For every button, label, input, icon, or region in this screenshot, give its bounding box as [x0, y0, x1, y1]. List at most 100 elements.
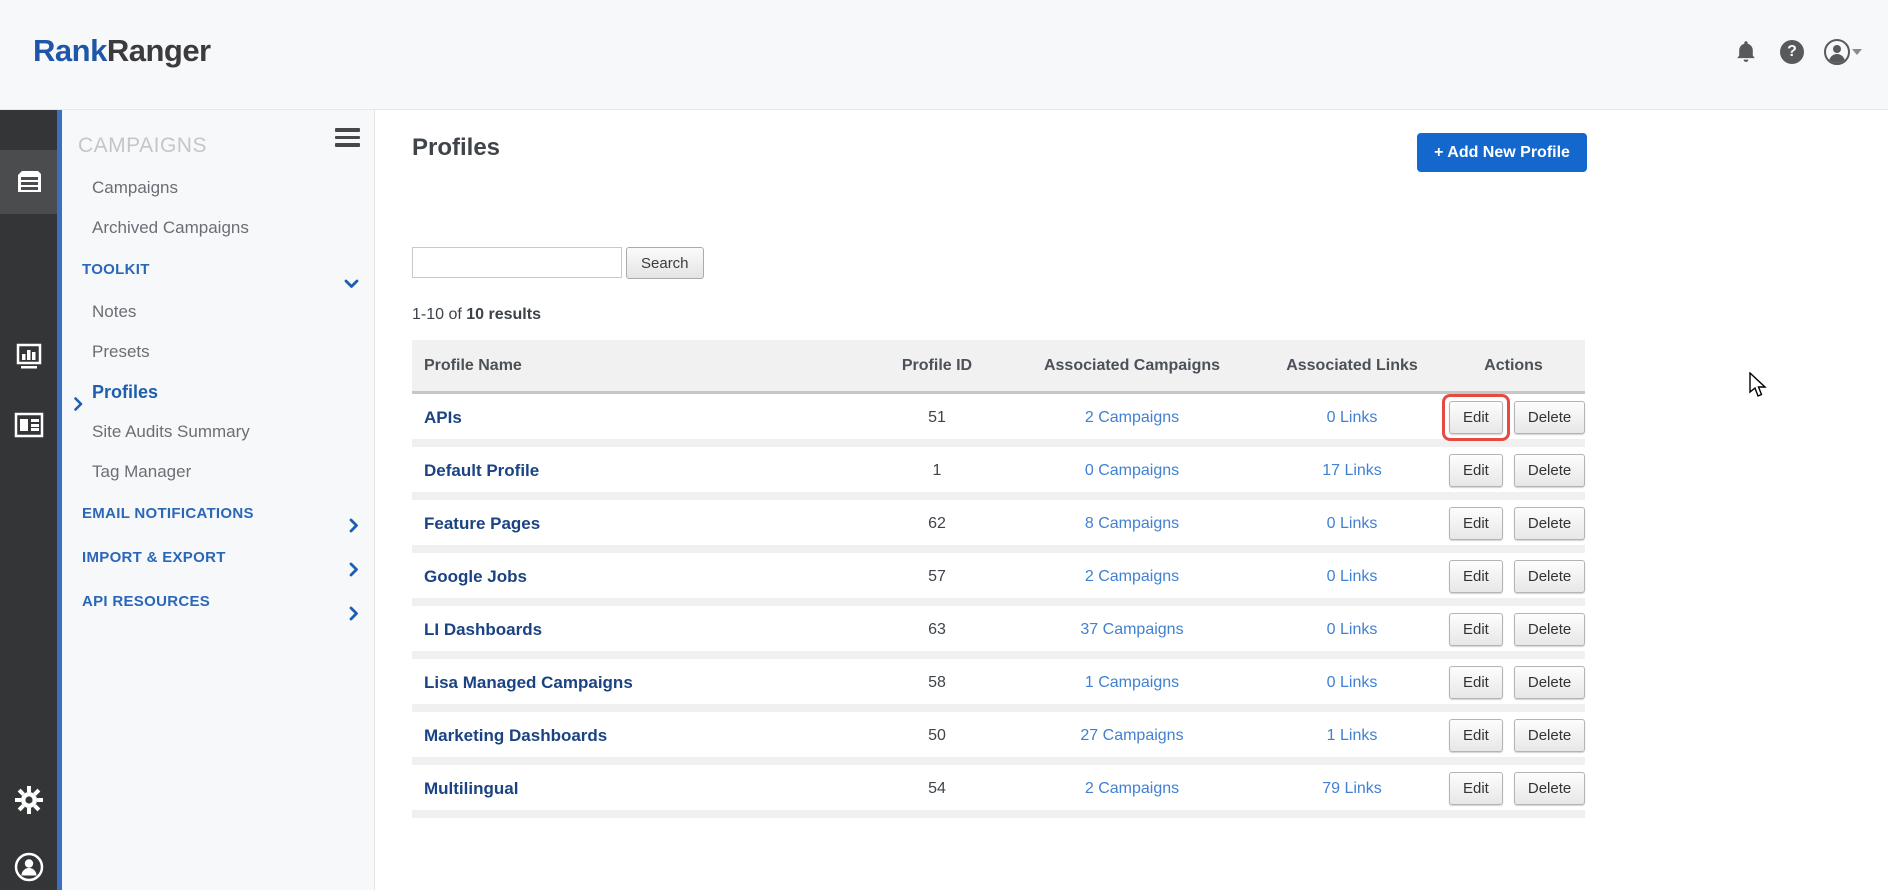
logo-part-ranger: Ranger — [107, 33, 211, 68]
delete-button[interactable]: Delete — [1514, 666, 1585, 699]
associated-links-link[interactable]: 0 Links — [1262, 515, 1442, 533]
avatar — [1824, 39, 1850, 65]
sidebar: CAMPAIGNSCampaignsArchived CampaignsTOOL… — [62, 110, 375, 890]
logo-part-rank: Rank — [33, 33, 107, 68]
associated-links-link[interactable]: 0 Links — [1262, 568, 1442, 586]
sidebar-item-presets[interactable]: Presets — [62, 332, 375, 372]
profile-name-link[interactable]: Lisa Managed Campaigns — [424, 673, 633, 692]
sidebar-item-notes[interactable]: Notes — [62, 292, 375, 332]
edit-highlight-outline: Edit — [1442, 659, 1510, 706]
col-header-associated-links: Associated Links — [1262, 357, 1442, 375]
associated-campaigns-link[interactable]: 2 Campaigns — [1002, 568, 1262, 586]
sidebar-header-campaigns: CAMPAIGNS — [62, 124, 375, 168]
delete-button[interactable]: Delete — [1514, 560, 1585, 593]
edit-button[interactable]: Edit — [1449, 666, 1503, 699]
associated-campaigns-link[interactable]: 27 Campaigns — [1002, 727, 1262, 745]
profile-name-link[interactable]: APIs — [424, 408, 462, 427]
results-prefix: 1-10 of — [412, 306, 466, 323]
sidebar-section-email-notifications[interactable]: EMAIL NOTIFICATIONS — [62, 492, 375, 536]
edit-highlight-outline: Edit — [1442, 712, 1510, 759]
profile-name-link[interactable]: Multilingual — [424, 779, 518, 798]
associated-campaigns-link[interactable]: 37 Campaigns — [1002, 621, 1262, 639]
help-icon[interactable]: ? — [1778, 38, 1806, 66]
table-body: APIs 51 2 Campaigns 0 Links Edit Delete … — [412, 394, 1585, 818]
edit-button[interactable]: Edit — [1449, 772, 1503, 805]
rail-news-layout-icon[interactable] — [0, 393, 57, 457]
table-row: Lisa Managed Campaigns 58 1 Campaigns 0 … — [412, 659, 1585, 712]
edit-button[interactable]: Edit — [1449, 454, 1503, 487]
sidebar-item-site-audits-summary[interactable]: Site Audits Summary — [62, 412, 375, 452]
chevron-right-icon — [349, 595, 359, 639]
associated-links-link[interactable]: 0 Links — [1262, 621, 1442, 639]
rail-account-person-icon[interactable] — [0, 835, 57, 890]
table-row: Google Jobs 57 2 Campaigns 0 Links Edit … — [412, 553, 1585, 606]
edit-highlight-outline: Edit — [1442, 394, 1510, 441]
account-icon[interactable] — [1824, 38, 1862, 66]
table-row: Multilingual 54 2 Campaigns 79 Links Edi… — [412, 765, 1585, 818]
edit-highlight-outline: Edit — [1442, 447, 1510, 494]
sidebar-section-import-export[interactable]: IMPORT & EXPORT — [62, 536, 375, 580]
associated-campaigns-link[interactable]: 2 Campaigns — [1002, 409, 1262, 427]
edit-button[interactable]: Edit — [1449, 560, 1503, 593]
rail-campaigns-documents-icon[interactable] — [0, 150, 57, 214]
associated-links-link[interactable]: 79 Links — [1262, 780, 1442, 798]
icon-rail — [0, 110, 57, 890]
rail-reports-chart-icon[interactable] — [0, 325, 57, 389]
associated-campaigns-link[interactable]: 0 Campaigns — [1002, 462, 1262, 480]
profile-name-link[interactable]: Feature Pages — [424, 514, 540, 533]
sidebar-nav: CAMPAIGNSCampaignsArchived CampaignsTOOL… — [62, 124, 375, 624]
mouse-cursor — [1748, 372, 1770, 398]
table-row: Default Profile 1 0 Campaigns 17 Links E… — [412, 447, 1585, 500]
col-header-actions: Actions — [1442, 357, 1585, 375]
profile-id-value: 62 — [872, 515, 1002, 533]
associated-campaigns-link[interactable]: 2 Campaigns — [1002, 780, 1262, 798]
associated-links-link[interactable]: 1 Links — [1262, 727, 1442, 745]
delete-button[interactable]: Delete — [1514, 401, 1585, 434]
sidebar-item-profiles[interactable]: Profiles — [62, 372, 375, 412]
table-row: Marketing Dashboards 50 27 Campaigns 1 L… — [412, 712, 1585, 765]
main-content: Profiles + Add New Profile Search 1-10 o… — [375, 110, 1888, 890]
associated-links-link[interactable]: 0 Links — [1262, 409, 1442, 427]
edit-button[interactable]: Edit — [1449, 719, 1503, 752]
table-row: Feature Pages 62 8 Campaigns 0 Links Edi… — [412, 500, 1585, 553]
table-header-row: Profile Name Profile ID Associated Campa… — [412, 340, 1585, 394]
edit-button[interactable]: Edit — [1449, 613, 1503, 646]
delete-button[interactable]: Delete — [1514, 719, 1585, 752]
profile-id-value: 50 — [872, 727, 1002, 745]
profile-id-value: 1 — [872, 462, 1002, 480]
rankranger-logo: RankRanger — [33, 33, 211, 69]
profile-name-link[interactable]: LI Dashboards — [424, 620, 542, 639]
associated-links-link[interactable]: 0 Links — [1262, 674, 1442, 692]
sidebar-item-tag-manager[interactable]: Tag Manager — [62, 452, 375, 492]
edit-highlight-outline: Edit — [1442, 500, 1510, 547]
sidebar-item-archived-campaigns[interactable]: Archived Campaigns — [62, 208, 375, 248]
profile-id-value: 51 — [872, 409, 1002, 427]
profile-id-value: 54 — [872, 780, 1002, 798]
search-button[interactable]: Search — [626, 247, 704, 279]
associated-campaigns-link[interactable]: 1 Campaigns — [1002, 674, 1262, 692]
sidebar-item-campaigns[interactable]: Campaigns — [62, 168, 375, 208]
profile-name-link[interactable]: Google Jobs — [424, 567, 527, 586]
col-header-profile-name: Profile Name — [412, 357, 872, 375]
help-question-glyph: ? — [1780, 40, 1804, 64]
edit-button[interactable]: Edit — [1449, 507, 1503, 540]
add-new-profile-button[interactable]: + Add New Profile — [1417, 133, 1587, 172]
associated-campaigns-link[interactable]: 8 Campaigns — [1002, 515, 1262, 533]
sidebar-section-toolkit[interactable]: TOOLKIT — [62, 248, 375, 292]
delete-button[interactable]: Delete — [1514, 613, 1585, 646]
notifications-bell-icon[interactable] — [1732, 38, 1760, 66]
edit-button[interactable]: Edit — [1449, 401, 1503, 434]
associated-links-link[interactable]: 17 Links — [1262, 462, 1442, 480]
profile-name-link[interactable]: Marketing Dashboards — [424, 726, 607, 745]
edit-highlight-outline: Edit — [1442, 606, 1510, 653]
delete-button[interactable]: Delete — [1514, 454, 1585, 487]
sidebar-section-api-resources[interactable]: API RESOURCES — [62, 580, 375, 624]
search-input[interactable] — [412, 247, 622, 278]
rail-settings-gear-icon[interactable] — [0, 768, 57, 832]
page-title: Profiles — [412, 134, 500, 162]
app-window: RankRanger ? — [0, 0, 1888, 890]
profile-name-link[interactable]: Default Profile — [424, 461, 539, 480]
delete-button[interactable]: Delete — [1514, 772, 1585, 805]
delete-button[interactable]: Delete — [1514, 507, 1585, 540]
table-row: LI Dashboards 63 37 Campaigns 0 Links Ed… — [412, 606, 1585, 659]
